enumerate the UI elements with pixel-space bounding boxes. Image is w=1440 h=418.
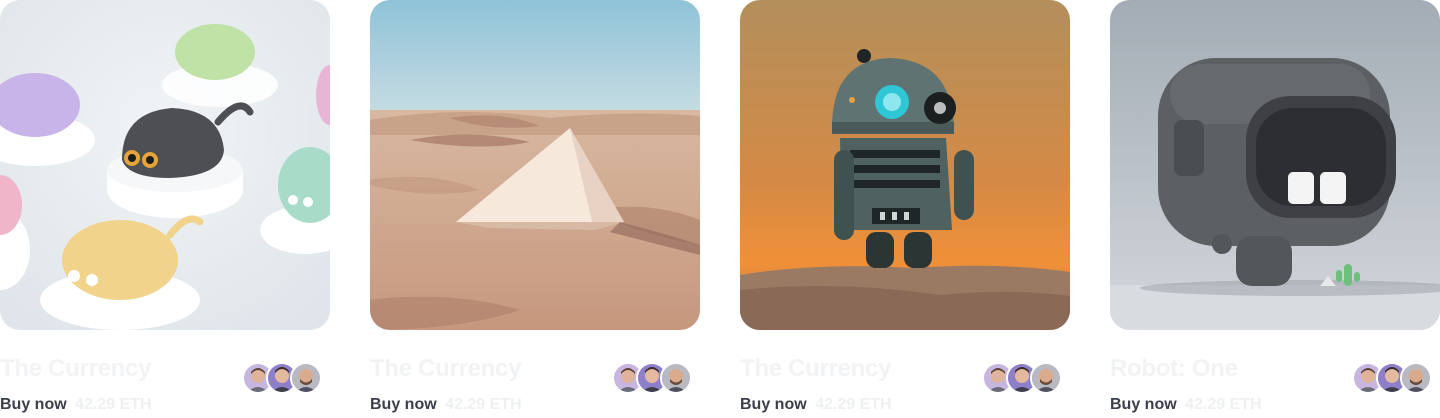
nft-card-grid: The Currency Buy now 42.29 ETH The Curre…	[0, 0, 1440, 418]
buy-now-button[interactable]: Buy now	[1110, 396, 1177, 414]
buy-row: Buy now 42.29 ETH	[740, 396, 892, 418]
price-label: 42.29 ETH	[75, 396, 152, 413]
price-label: 42.29 ETH	[1185, 396, 1262, 413]
buy-now-button[interactable]: Buy now	[0, 396, 67, 414]
nft-card[interactable]: The Currency Buy now 42.29 ETH	[370, 0, 700, 418]
owner-avatars	[612, 362, 694, 394]
buy-row: Buy now 42.29 ETH	[0, 396, 152, 418]
robot-desert-artwork[interactable]	[740, 0, 1070, 330]
owner-avatars	[982, 362, 1064, 394]
owner-avatars	[1352, 362, 1434, 394]
avatar[interactable]	[1030, 362, 1062, 394]
buy-now-button[interactable]: Buy now	[370, 396, 437, 414]
nft-card[interactable]: The Currency Buy now 42.29 ETH	[0, 0, 330, 418]
buy-row: Buy now 42.29 ETH	[1110, 396, 1262, 418]
nft-title: The Currency	[740, 355, 892, 382]
nft-card[interactable]: The Currency Buy now 42.29 ETH	[740, 0, 1070, 418]
nft-title: Robot: One	[1110, 355, 1238, 382]
buy-row: Buy now 42.29 ETH	[370, 396, 522, 418]
owner-avatars	[242, 362, 324, 394]
robot-one-artwork[interactable]	[1110, 0, 1440, 330]
avatar[interactable]	[660, 362, 692, 394]
desert-pyramid-artwork[interactable]	[370, 0, 700, 330]
buy-now-button[interactable]: Buy now	[740, 396, 807, 414]
avatar[interactable]	[1400, 362, 1432, 394]
cat-figurines-artwork[interactable]	[0, 0, 330, 330]
nft-title: The Currency	[370, 355, 522, 382]
nft-card[interactable]: Robot: One Buy now 42.29 ETH	[1110, 0, 1440, 418]
price-label: 42.29 ETH	[445, 396, 522, 413]
avatar[interactable]	[290, 362, 322, 394]
nft-title: The Currency	[0, 355, 152, 382]
price-label: 42.29 ETH	[815, 396, 892, 413]
